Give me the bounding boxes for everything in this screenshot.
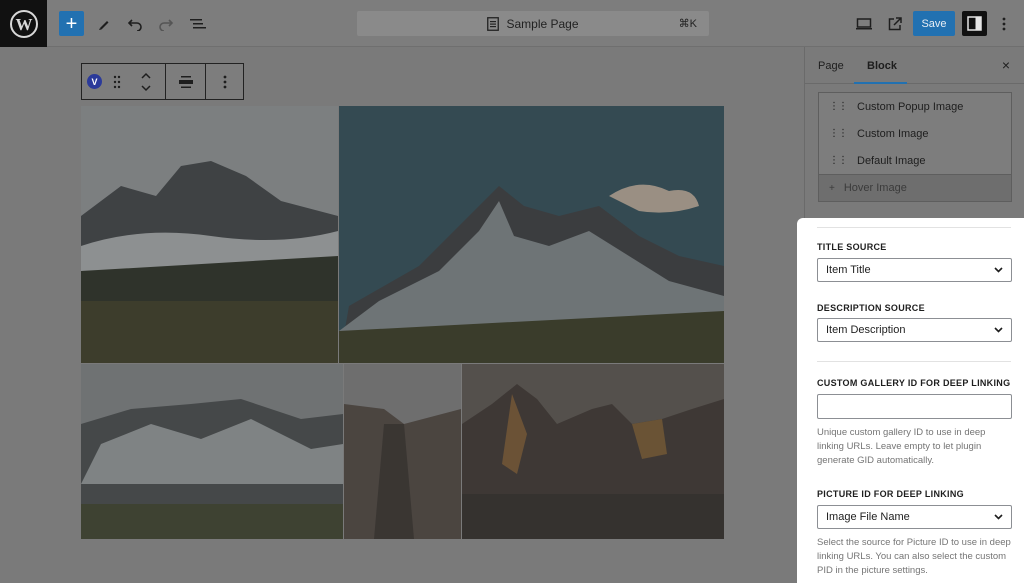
gallery-id-label: CUSTOM GALLERY ID FOR DEEP LINKING: [817, 378, 1011, 388]
gallery-id-input[interactable]: [817, 394, 1012, 419]
list-item-label: Default Image: [857, 154, 926, 167]
drag-handle-icon: [113, 75, 121, 88]
title-source-label: TITLE SOURCE: [817, 242, 887, 252]
vertical-dots-icon: [223, 75, 226, 88]
active-tab-indicator: [854, 82, 907, 84]
block-options-button[interactable]: [206, 64, 243, 99]
align-button[interactable]: [166, 64, 206, 99]
description-source-value: Item Description: [826, 324, 906, 336]
plus-icon: +: [829, 182, 835, 194]
add-block-button[interactable]: +: [59, 11, 84, 36]
sidebar-tabs: Page Block ×: [805, 47, 1024, 84]
description-source-label: DESCRIPTION SOURCE: [817, 303, 925, 313]
list-view-icon: [190, 18, 206, 28]
desktop-icon: [856, 17, 872, 29]
chevron-down-icon: [994, 267, 1003, 273]
list-item[interactable]: ⋮⋮ Default Image: [819, 147, 1011, 174]
gallery-image-misty-peaks[interactable]: [81, 106, 338, 363]
chevron-down-icon: [994, 327, 1003, 333]
drag-handle-icon: ⋮⋮: [829, 155, 848, 166]
description-source-select[interactable]: Item Description: [817, 318, 1012, 342]
list-item[interactable]: ⋮⋮ Custom Image: [819, 120, 1011, 147]
plus-icon: +: [65, 12, 78, 35]
chevron-up-down-icon: [141, 72, 151, 91]
picture-id-label: PICTURE ID FOR DEEP LINKING: [817, 489, 964, 499]
chevron-down-icon: [994, 514, 1003, 520]
image-types-list: ⋮⋮ Custom Popup Image ⋮⋮ Custom Image ⋮⋮…: [818, 92, 1012, 202]
gallery-image-torres-peaks[interactable]: [462, 364, 724, 539]
gallery-image-canyon[interactable]: [344, 364, 461, 539]
divider: [817, 227, 1011, 228]
gallery-image-snowy-mountain[interactable]: [339, 106, 724, 363]
divider: [817, 361, 1011, 362]
settings-sidebar-button[interactable]: [962, 11, 987, 36]
page-icon: [487, 16, 500, 31]
picture-id-value: Image File Name: [826, 511, 910, 523]
add-item-label: Hover Image: [843, 182, 907, 194]
wordpress-logo-icon[interactable]: W: [0, 0, 47, 47]
redo-button[interactable]: [157, 11, 175, 36]
image-gallery[interactable]: [81, 106, 724, 539]
block-toolbar: V: [81, 63, 244, 100]
deep-linking-settings-panel: TITLE SOURCE Item Title DESCRIPTION SOUR…: [797, 218, 1024, 583]
redo-icon: [159, 18, 174, 31]
tools-button[interactable]: [95, 11, 113, 36]
list-item-label: Custom Image: [857, 127, 929, 140]
add-hover-image-button[interactable]: + Hover Image: [819, 174, 1011, 201]
svg-text:W: W: [15, 15, 32, 34]
picture-id-select[interactable]: Image File Name: [817, 505, 1012, 529]
drag-handle[interactable]: [107, 64, 127, 99]
undo-button[interactable]: [126, 11, 144, 36]
preview-button[interactable]: [855, 11, 873, 36]
list-item[interactable]: ⋮⋮ Custom Popup Image: [819, 93, 1011, 120]
drag-handle-icon: ⋮⋮: [829, 101, 848, 112]
document-title: Sample Page: [506, 16, 579, 31]
gallery-id-help: Unique custom gallery ID to use in deep …: [817, 427, 986, 466]
document-overview-button[interactable]: [188, 11, 208, 36]
tab-block[interactable]: Block: [867, 60, 897, 72]
document-title-bar[interactable]: Sample Page ⌘K: [357, 11, 709, 36]
picture-id-help: Select the source for Picture ID to use …: [817, 537, 1011, 576]
drag-handle-icon: ⋮⋮: [829, 128, 848, 139]
options-button[interactable]: [994, 11, 1014, 36]
editor-header: W + Sample Page ⌘K Save: [0, 0, 1024, 47]
save-button[interactable]: Save: [913, 11, 955, 36]
move-block-button[interactable]: [127, 64, 166, 99]
align-center-icon: [178, 75, 193, 88]
command-palette-shortcut: ⌘K: [678, 18, 697, 30]
pencil-icon: [99, 20, 109, 30]
close-icon[interactable]: ×: [1002, 57, 1010, 73]
title-source-select[interactable]: Item Title: [817, 258, 1012, 282]
gallery-image-snowy-ridge[interactable]: [81, 364, 343, 539]
title-source-value: Item Title: [826, 264, 871, 276]
external-link-icon: [888, 16, 902, 30]
sidebar-toggle-icon: [967, 16, 982, 31]
block-type-button[interactable]: V: [82, 64, 107, 99]
undo-icon: [127, 18, 142, 31]
list-item-label: Custom Popup Image: [857, 100, 964, 113]
tab-page[interactable]: Page: [818, 60, 844, 72]
vertical-dots-icon: [1002, 17, 1006, 30]
view-page-button[interactable]: [886, 11, 904, 36]
block-badge-icon: V: [87, 74, 102, 89]
